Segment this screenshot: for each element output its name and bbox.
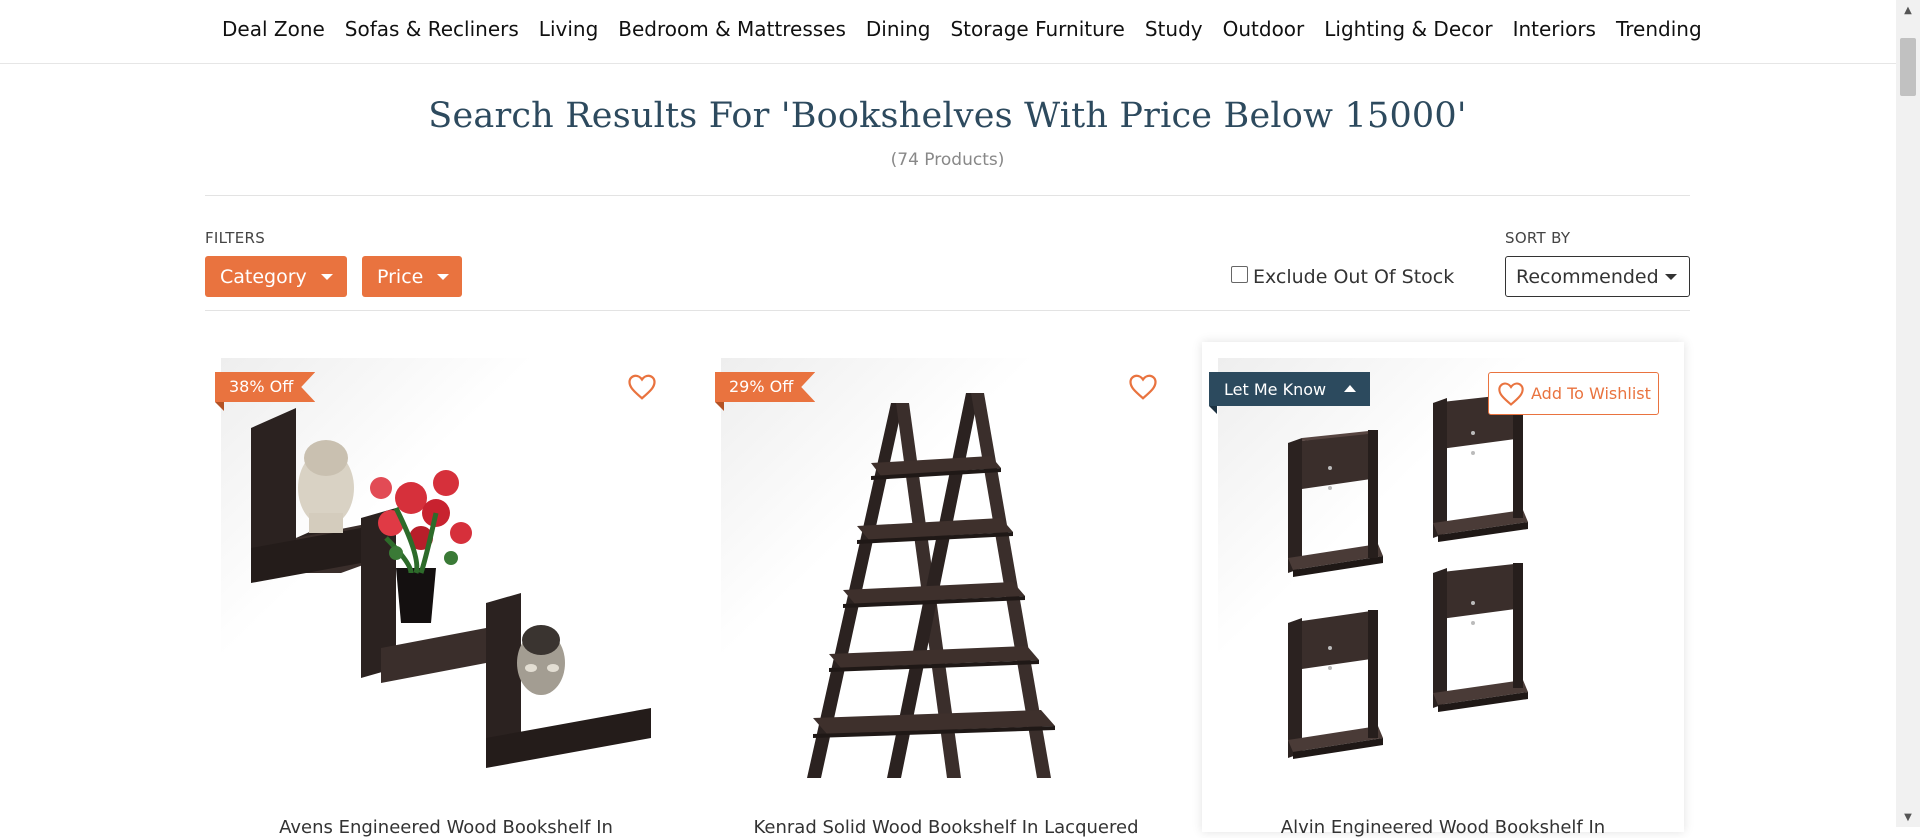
price-filter-button[interactable]: Price bbox=[362, 256, 462, 297]
category-filter-button[interactable]: Category bbox=[205, 256, 347, 297]
heart-icon bbox=[1497, 381, 1525, 407]
heart-icon[interactable] bbox=[1126, 370, 1160, 404]
nav-item-storage-furniture[interactable]: Storage Furniture bbox=[940, 16, 1134, 42]
badge-fold bbox=[715, 402, 724, 411]
product-title[interactable]: Avens Engineered Wood Bookshelf In bbox=[205, 817, 687, 838]
nav-item-sofas-recliners[interactable]: Sofas & Recliners bbox=[335, 16, 529, 42]
exclude-out-of-stock-label: Exclude Out Of Stock bbox=[1253, 266, 1455, 288]
sort-by-select[interactable]: Recommended bbox=[1505, 256, 1690, 297]
page-scrollbar[interactable]: ▲ ▼ bbox=[1896, 0, 1920, 827]
product-title[interactable]: Alvin Engineered Wood Bookshelf In bbox=[1202, 817, 1684, 838]
nav-item-outdoor[interactable]: Outdoor bbox=[1213, 16, 1315, 42]
product-image[interactable] bbox=[1218, 358, 1668, 788]
nav-item-bedroom-mattresses[interactable]: Bedroom & Mattresses bbox=[608, 16, 856, 42]
top-nav: Deal Zone Sofas & Recliners Living Bedro… bbox=[0, 0, 1896, 64]
scroll-up-arrow-icon[interactable]: ▲ bbox=[1896, 0, 1920, 20]
filters-label: FILTERS bbox=[205, 229, 266, 247]
category-filter-label: Category bbox=[220, 265, 307, 288]
sort-selected-value: Recommended bbox=[1516, 265, 1659, 288]
product-count: (74 Products) bbox=[890, 150, 1005, 170]
badge-fold bbox=[215, 402, 224, 411]
price-filter-label: Price bbox=[377, 265, 424, 288]
badge-fold bbox=[1209, 406, 1217, 414]
nav-item-deal-zone[interactable]: Deal Zone bbox=[212, 16, 335, 42]
category-menu: Deal Zone Sofas & Recliners Living Bedro… bbox=[212, 16, 1712, 42]
discount-badge: 38% Off bbox=[215, 372, 316, 402]
sort-by-label: SORT BY bbox=[1505, 229, 1571, 247]
scrollbar-thumb[interactable] bbox=[1900, 38, 1916, 96]
chevron-down-icon bbox=[320, 273, 333, 280]
let-me-know-button[interactable]: Let Me Know bbox=[1209, 372, 1370, 406]
nav-item-living[interactable]: Living bbox=[529, 16, 608, 42]
add-to-wishlist-label: Add To Wishlist bbox=[1531, 384, 1651, 403]
add-to-wishlist-button[interactable]: Add To Wishlist bbox=[1488, 372, 1659, 415]
chevron-down-icon bbox=[437, 273, 450, 280]
product-image[interactable] bbox=[221, 358, 671, 788]
exclude-out-of-stock-checkbox[interactable] bbox=[1231, 265, 1248, 283]
product-image[interactable] bbox=[721, 358, 1171, 788]
nav-item-interiors[interactable]: Interiors bbox=[1503, 16, 1606, 42]
product-card[interactable]: 38% Off Avens Engineered Wood Bookshelf … bbox=[205, 342, 687, 838]
scroll-down-arrow-icon[interactable]: ▼ bbox=[1896, 807, 1920, 827]
product-card[interactable]: 29% Off Kenrad Solid Wood Bookshelf In L… bbox=[705, 342, 1187, 838]
wall-shelf-illustration bbox=[221, 358, 671, 788]
nav-item-lighting-decor[interactable]: Lighting & Decor bbox=[1314, 16, 1502, 42]
divider bbox=[205, 310, 1690, 311]
cube-shelves-illustration bbox=[1218, 358, 1668, 788]
chevron-up-icon bbox=[1344, 385, 1356, 392]
chevron-down-icon bbox=[1665, 274, 1677, 280]
product-card[interactable]: Let Me Know Add To Wishlist Alvin Engine… bbox=[1202, 342, 1684, 838]
nav-item-dining[interactable]: Dining bbox=[856, 16, 941, 42]
nav-item-study[interactable]: Study bbox=[1135, 16, 1213, 42]
ladder-bookshelf-illustration bbox=[721, 358, 1171, 788]
heart-icon[interactable] bbox=[625, 370, 659, 404]
page-title: Search Results For 'Bookshelves With Pri… bbox=[428, 96, 1467, 136]
let-me-know-label: Let Me Know bbox=[1224, 379, 1327, 399]
product-title[interactable]: Kenrad Solid Wood Bookshelf In Lacquered bbox=[705, 817, 1187, 838]
discount-badge: 29% Off bbox=[715, 372, 816, 402]
nav-item-trending[interactable]: Trending bbox=[1606, 16, 1712, 42]
divider bbox=[205, 195, 1690, 196]
exclude-out-of-stock[interactable]: Exclude Out Of Stock bbox=[1231, 265, 1455, 288]
